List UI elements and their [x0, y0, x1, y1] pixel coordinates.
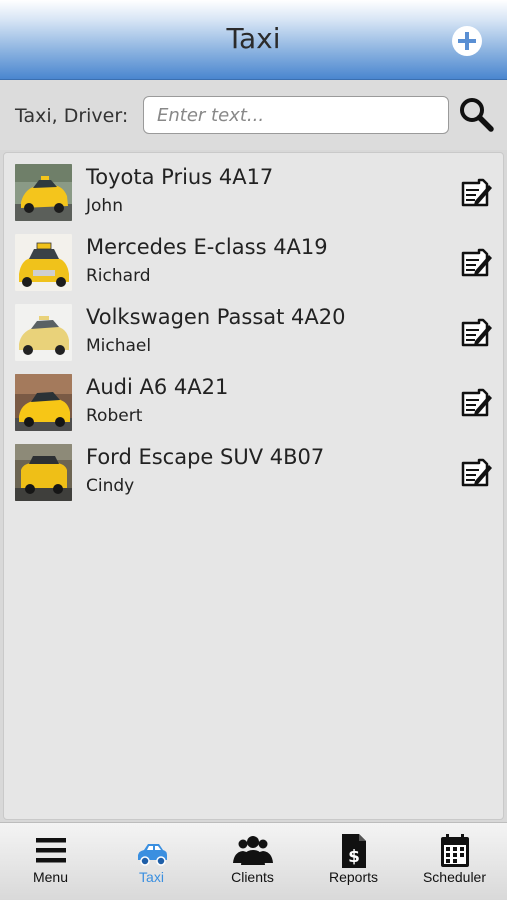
edit-icon — [461, 248, 492, 277]
taxi-photo — [15, 234, 72, 291]
header-bar: Taxi — [0, 0, 507, 80]
list-item[interactable]: Mercedes E-class 4A19 Richard — [4, 223, 503, 293]
list-item[interactable]: Toyota Prius 4A17 John — [4, 153, 503, 223]
tab-label: Reports — [328, 869, 379, 885]
tab-label: Clients — [231, 869, 274, 885]
list-item[interactable]: Audi A6 4A21 Robert — [4, 363, 503, 433]
menu-icon — [35, 838, 66, 863]
taxi-title: Toyota Prius 4A17 — [86, 165, 274, 189]
taxi-title: Mercedes E-class 4A19 — [86, 235, 328, 259]
clients-icon — [232, 836, 273, 865]
tab-label: Scheduler — [422, 869, 487, 885]
taxi-photo — [15, 304, 72, 361]
edit-icon — [461, 458, 492, 487]
edit-button[interactable] — [457, 385, 493, 419]
tab-clients[interactable]: Clients — [202, 823, 303, 900]
list-item[interactable]: Volkswagen Passat 4A20 Michael — [4, 293, 503, 363]
edit-button[interactable] — [457, 175, 493, 209]
tab-taxi[interactable]: Taxi — [101, 823, 202, 900]
driver-name: Cindy — [86, 476, 135, 496]
search-button[interactable] — [458, 96, 494, 132]
taxi-photo — [15, 444, 72, 501]
search-icon — [460, 98, 494, 132]
search-label: Taxi, Driver: — [15, 105, 129, 127]
driver-name: John — [86, 196, 123, 216]
edit-icon — [461, 178, 492, 207]
driver-name: Michael — [86, 336, 152, 356]
taxi-title: Ford Escape SUV 4B07 — [86, 445, 325, 469]
taxi-photo — [15, 164, 72, 221]
scheduler-icon — [440, 834, 469, 867]
add-taxi-button[interactable] — [452, 26, 482, 56]
edit-button[interactable] — [457, 245, 493, 279]
tab-scheduler[interactable]: Scheduler — [404, 823, 505, 900]
reports-icon: $ — [341, 834, 366, 868]
page-title: Taxi — [226, 22, 281, 55]
search-bar: Taxi, Driver: — [0, 80, 507, 150]
tab-label: Taxi — [139, 869, 164, 885]
taxi-list: Toyota Prius 4A17 John Mercedes E-class … — [3, 152, 504, 820]
list-item[interactable]: Ford Escape SUV 4B07 Cindy — [4, 433, 503, 503]
driver-name: Robert — [86, 406, 143, 426]
driver-name: Richard — [86, 266, 151, 286]
taxi-title: Volkswagen Passat 4A20 — [86, 305, 346, 329]
taxi-title: Audi A6 4A21 — [86, 375, 229, 399]
search-input[interactable] — [143, 96, 449, 134]
taxi-car-icon — [137, 844, 167, 866]
tab-reports[interactable]: $ Reports — [303, 823, 404, 900]
edit-button[interactable] — [457, 455, 493, 489]
edit-button[interactable] — [457, 315, 493, 349]
bottom-tab-bar: Menu Taxi Clients $ Reports Scheduler — [0, 822, 507, 900]
edit-icon — [461, 388, 492, 417]
tab-label: Menu — [32, 869, 69, 885]
svg-text:$: $ — [348, 847, 360, 867]
edit-icon — [461, 318, 492, 347]
taxi-photo — [15, 374, 72, 431]
tab-menu[interactable]: Menu — [0, 823, 101, 900]
